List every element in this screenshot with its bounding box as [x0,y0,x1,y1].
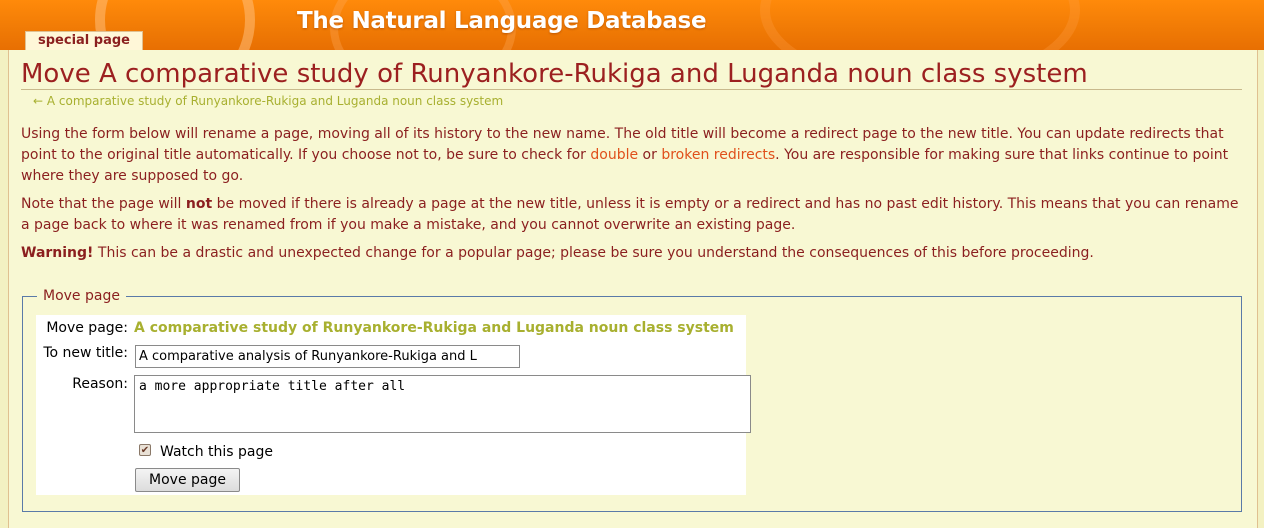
page-title: Move A comparative study of Runyankore-R… [21,59,1088,89]
header-decoration [760,0,1080,50]
warning-label: Warning! [21,245,94,261]
backlink-link[interactable]: A comparative study of Runyankore-Rukiga… [47,94,503,108]
site-header: The Natural Language Database special pa… [0,0,1264,50]
watch-label[interactable]: Watch this page [160,443,273,461]
broken-redirects-link[interactable]: broken redirects [661,147,775,163]
intro-text: or [638,147,662,163]
move-page-button[interactable]: Move page [135,468,240,492]
move-page-value[interactable]: A comparative study of Runyankore-Rukiga… [134,319,734,337]
new-title-input[interactable] [135,345,520,368]
fieldset-legend: Move page [37,287,126,305]
warning-paragraph: Warning! This can be a drastic and unexp… [21,243,1243,264]
reason-label: Reason: [72,376,128,392]
note-emphasis: not [185,196,213,212]
site-title[interactable]: The Natural Language Database [297,4,707,38]
checkmark-icon: ✔ [140,445,150,456]
note-text: Note that the page will [21,196,186,212]
reason-input[interactable]: a more appropriate title after all [134,375,751,433]
tab-special-page[interactable]: special page [25,31,143,50]
warning-text: This can be a drastic and unexpected cha… [93,245,1094,261]
title-divider [21,89,1242,90]
back-arrow-icon: ← [33,94,44,108]
intro-paragraph: Using the form below will rename a page,… [21,124,1243,187]
backlink: ← A comparative study of Runyankore-Ruki… [33,93,503,109]
double-redirects-link[interactable]: double [590,147,638,163]
move-page-label: Move page: [46,320,128,336]
watch-checkbox[interactable]: ✔ [139,444,151,456]
new-title-label: To new title: [43,345,128,361]
note-paragraph: Note that the page will not be moved if … [21,194,1243,236]
